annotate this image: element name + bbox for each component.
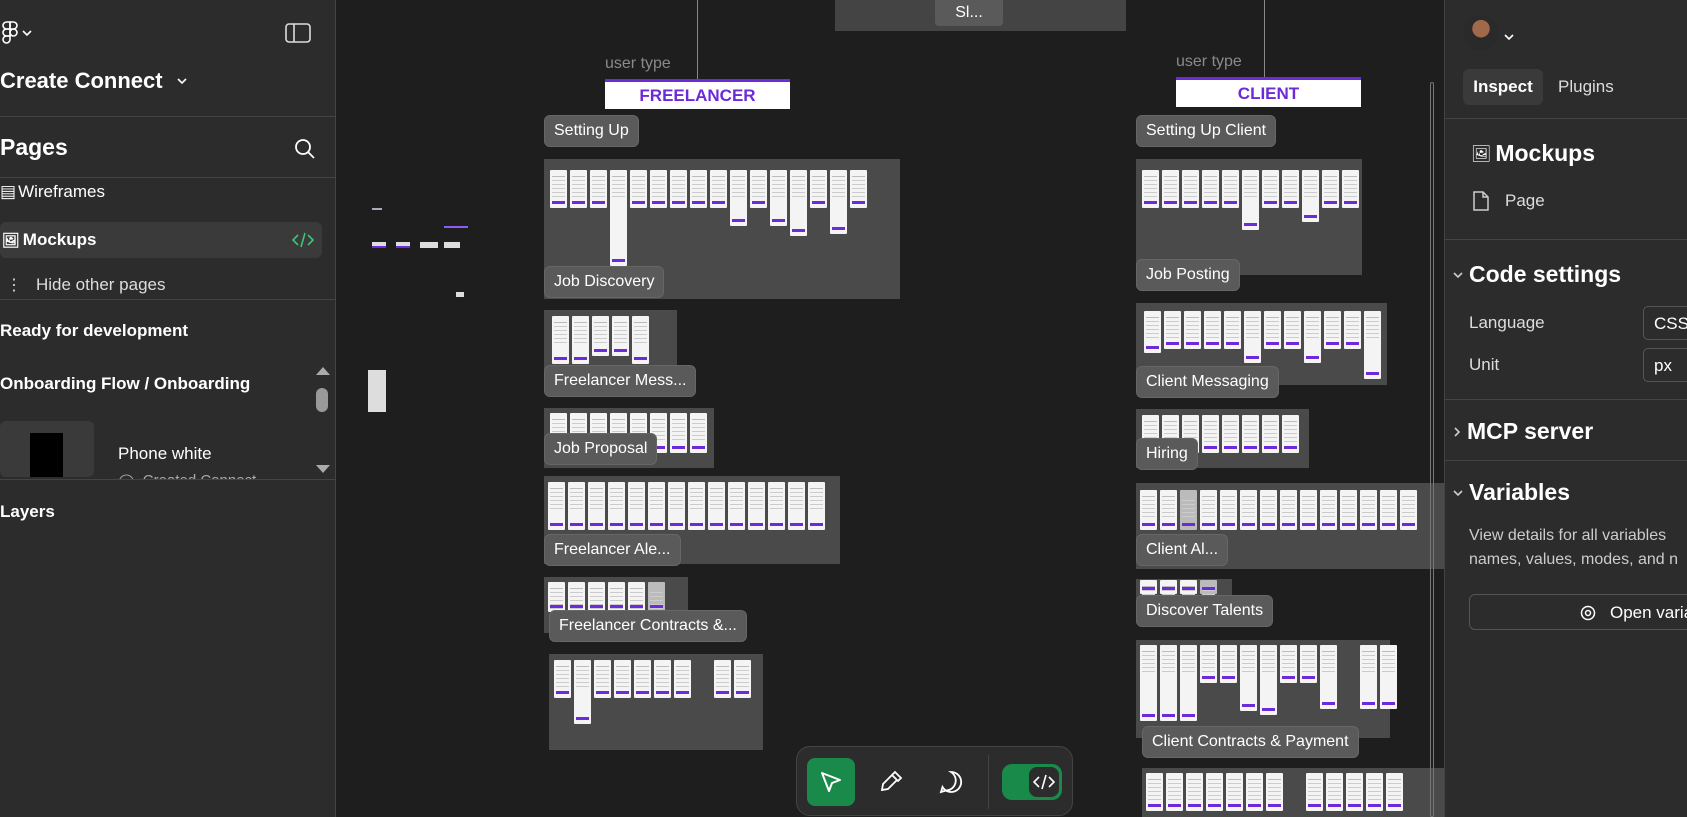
mockups-icon: 🖼 [2, 231, 20, 248]
client-user-type-label: user type [1176, 53, 1242, 70]
figma-logo-icon [2, 21, 18, 44]
hide-other-pages-button[interactable]: ⋮ Hide other pages [6, 275, 165, 295]
design-canvas[interactable]: Sl... user type FREELANCER user type CLI… [336, 0, 1444, 817]
variables-heading: Variables [1469, 479, 1571, 505]
page-item-mockups[interactable]: 🖼 Mockups [0, 222, 322, 258]
page-title: 🖼 Mockups [1471, 140, 1595, 166]
pages-heading: Pages [0, 134, 68, 160]
variables-description: View details for all variables names, va… [1469, 527, 1679, 568]
mini-frames-cluster[interactable] [368, 206, 488, 297]
discover-talents-frames [1140, 580, 1217, 594]
section-label-freelancer-messaging[interactable]: Freelancer Mess... [544, 365, 697, 397]
code-settings-section-toggle[interactable]: Code settings [1453, 261, 1621, 288]
language-label: Language [1469, 313, 1545, 332]
chevron-down-icon[interactable] [1504, 28, 1514, 46]
scroll-up-icon[interactable] [316, 367, 330, 375]
more-vertical-icon: ⋮ [6, 277, 22, 294]
scroll-down-icon[interactable] [316, 465, 330, 473]
dev-item-subtitle: Created Connect [143, 472, 256, 479]
freelancer-tag[interactable]: FREELANCER [605, 79, 790, 109]
freelancer-alerts-frames [548, 482, 825, 530]
code-icon [1033, 774, 1055, 790]
file-name: Create Connect [0, 68, 163, 93]
variables-section-toggle[interactable]: Variables [1453, 479, 1570, 506]
section-label-client-alerts[interactable]: Client Al... [1136, 534, 1229, 566]
chevron-down-icon [1453, 271, 1463, 278]
section-label-freelancer-alerts[interactable]: Freelancer Ale... [544, 534, 681, 566]
move-tool[interactable] [807, 758, 855, 806]
unit-select[interactable]: px [1643, 348, 1687, 382]
section-label-job-discovery[interactable]: Job Discovery [544, 266, 665, 298]
tab-plugins[interactable]: Plugins [1558, 77, 1614, 97]
freelancer-contracts-frames [548, 582, 665, 612]
bottom-toolbar [796, 746, 1073, 816]
client-alerts-frames [1140, 490, 1417, 530]
page-icon [1473, 191, 1489, 211]
layers-heading: Layers [0, 502, 55, 521]
toggle-sidebar-icon[interactable] [285, 23, 311, 48]
freelancer-payments-frames [554, 660, 751, 724]
section-label-setting-up-client[interactable]: Setting Up Client [1136, 115, 1277, 147]
scrollbar-thumb[interactable] [316, 388, 328, 412]
section-label-hiring[interactable]: Hiring [1136, 438, 1198, 470]
eyedropper-icon [880, 770, 903, 792]
ready-for-dev-heading: Ready for development [0, 321, 188, 340]
client-contracts-frames [1140, 645, 1397, 721]
eyedropper-tool[interactable] [867, 758, 915, 806]
section-label-freelancer-contracts[interactable]: Freelancer Contracts &... [549, 610, 747, 642]
top-frame-label[interactable]: Sl... [935, 0, 1003, 26]
mcp-server-heading: MCP server [1467, 418, 1594, 444]
unit-label: Unit [1469, 355, 1500, 374]
section-label-client-contracts[interactable]: Client Contracts & Payment [1142, 726, 1359, 758]
dev-mode-toggle[interactable] [1002, 764, 1062, 800]
right-inspect-panel: Inspect Plugins 🖼 Mockups Page Code sett… [1444, 0, 1687, 817]
dev-item-title: Phone white [118, 444, 212, 463]
page-label: Wireframes [18, 182, 105, 201]
left-sidebar: Create Connect Pages ▤ Wireframes 🖼 Mock… [0, 0, 336, 817]
mcp-server-section-toggle[interactable]: MCP server [1453, 418, 1593, 445]
chevron-down-icon [177, 78, 187, 85]
comment-icon [939, 771, 963, 794]
file-name-button[interactable]: Create Connect [0, 68, 187, 94]
freelancer-messaging-frames [552, 316, 649, 364]
job-discovery-frames [550, 170, 867, 266]
open-variables-button[interactable]: Open varia [1469, 594, 1687, 630]
section-label-job-proposal[interactable]: Job Proposal [544, 433, 658, 465]
dev-item-thumbnail[interactable] [0, 421, 94, 477]
hide-other-pages-label: Hide other pages [36, 275, 166, 294]
setting-up-client-frames [1142, 170, 1359, 230]
chevron-right-icon [1454, 426, 1461, 437]
language-select[interactable]: CSS [1643, 306, 1687, 340]
mockups-icon: 🖼 [1471, 145, 1492, 163]
figma-menu-button[interactable] [2, 20, 42, 46]
page-type: Page [1473, 191, 1545, 211]
avatar[interactable] [1463, 15, 1499, 51]
page-label: Mockups [22, 230, 97, 249]
wireframes-icon: ▤ [0, 182, 17, 201]
client-tag[interactable]: CLIENT [1176, 77, 1361, 107]
section-label-setting-up[interactable]: Setting Up [544, 115, 639, 147]
section-label-job-posting[interactable]: Job Posting [1136, 259, 1240, 291]
code-settings-heading: Code settings [1469, 261, 1622, 287]
cursor-icon [821, 772, 841, 792]
search-icon[interactable] [294, 138, 316, 165]
dev-flow-label[interactable]: Onboarding Flow / Onboarding [0, 374, 250, 394]
dev-item-status-icon: ◯ [118, 472, 135, 479]
mini-frame-stack[interactable] [368, 370, 386, 412]
page-item-wireframes[interactable]: ▤ Wireframes [0, 182, 105, 202]
tab-inspect[interactable]: Inspect [1463, 69, 1543, 105]
chevron-down-icon [22, 30, 32, 37]
freelancer-user-type-label: user type [605, 55, 671, 72]
client-payments-frames [1146, 773, 1403, 811]
variables-icon [1580, 605, 1596, 621]
section-label-client-messaging[interactable]: Client Messaging [1136, 366, 1279, 398]
section-label-discover-talents[interactable]: Discover Talents [1136, 595, 1274, 627]
canvas-scrollbar[interactable] [1430, 82, 1434, 817]
code-icon [291, 231, 315, 254]
chevron-down-icon [1453, 489, 1463, 496]
comment-tool[interactable] [927, 758, 975, 806]
